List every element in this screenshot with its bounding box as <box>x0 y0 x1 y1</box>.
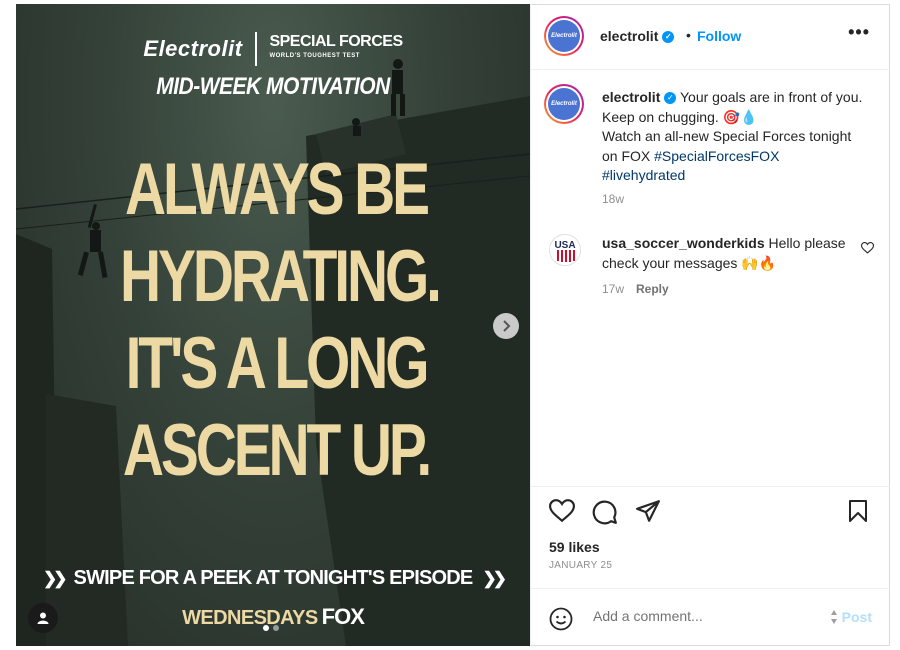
caption: electrolit ✓ Your goals are in front of y… <box>602 88 867 186</box>
comment-avatar[interactable]: USA <box>549 234 581 266</box>
comment: usa_soccer_wonderkids Hello please check… <box>602 234 858 273</box>
double-chevron-right-icon: ❯❯ <box>43 569 67 588</box>
post-date[interactable]: JANUARY 25 <box>549 560 612 571</box>
share-send-icon[interactable] <box>635 499 661 523</box>
follow-button[interactable]: Follow <box>697 28 741 44</box>
fox-logo: FOX <box>321 604 365 629</box>
usa-soccer-logo-icon: USA <box>550 235 580 265</box>
electrolit-logo: Electrolit <box>143 36 243 61</box>
svg-text:USA: USA <box>554 240 575 251</box>
resize-arrows-icon <box>831 610 837 624</box>
post-details-panel: Electrolit electrolit ✓ • Follow ••• Elec… <box>530 4 890 646</box>
headline-line: ALWAYS BE <box>124 149 430 230</box>
likes-count[interactable]: 59 likes <box>549 539 600 555</box>
carousel-indicator <box>263 625 279 631</box>
avatar-logo: Electrolit <box>548 88 580 120</box>
special-forces-logo: SPECIAL FORCES WORLD'S TOUGHEST TEST <box>269 33 403 60</box>
verified-badge-icon: ✓ <box>662 31 675 44</box>
headline-line: ASCENT UP. <box>122 410 432 491</box>
carousel-next-button[interactable] <box>493 313 519 339</box>
airtime-day: WEDNESDAYS <box>182 607 318 629</box>
double-chevron-right-icon: ❯❯ <box>482 569 506 588</box>
series-title: MID-WEEK MOTIVATION <box>156 73 390 100</box>
swipe-text: SWIPE FOR A PEEK AT TONIGHT'S EPISODE <box>73 567 474 589</box>
user-icon <box>37 612 49 624</box>
tagged-users-button[interactable] <box>28 603 58 633</box>
like-heart-icon[interactable] <box>549 499 575 523</box>
more-options-icon[interactable]: ••• <box>848 22 870 43</box>
hashtag-link[interactable]: #SpecialForcesFOX <box>654 148 779 164</box>
carousel-dot <box>263 625 269 631</box>
verified-badge-icon: ✓ <box>664 92 677 105</box>
emoji-icon[interactable] <box>549 607 573 631</box>
comment-input[interactable] <box>591 607 815 625</box>
header-username[interactable]: electrolit ✓ <box>600 28 675 44</box>
brand-divider <box>254 32 257 66</box>
separator-dot: • <box>686 27 691 43</box>
comment-time[interactable]: 17w <box>602 282 624 296</box>
headline-line: IT'S A LONG <box>125 323 430 404</box>
save-bookmark-icon[interactable] <box>847 499 869 523</box>
post-image[interactable]: Electrolit SPECIAL FORCES WORLD'S TOUGHE… <box>16 4 530 646</box>
avatar-logo: Electrolit <box>548 20 580 52</box>
add-comment-bar: Post <box>531 588 890 646</box>
comment-meta: 17w Reply <box>602 282 669 296</box>
like-comment-icon[interactable] <box>861 242 874 254</box>
avatar[interactable]: Electrolit <box>544 16 584 56</box>
reply-button[interactable]: Reply <box>636 282 669 296</box>
post-actions: 59 likes JANUARY 25 <box>531 486 890 587</box>
headline: ALWAYS BE HYDRATING. IT'S A LONG ASCENT … <box>120 146 442 494</box>
post-header: Electrolit electrolit ✓ • Follow ••• <box>531 4 890 70</box>
chevron-right-icon <box>503 320 511 332</box>
caption-username[interactable]: electrolit <box>602 89 660 105</box>
swipe-banner: ❯❯ SWIPE FOR A PEEK AT TONIGHT'S EPISODE ❯… <box>16 567 530 590</box>
caption-time[interactable]: 18w <box>602 192 624 206</box>
comment-icon[interactable] <box>592 499 618 525</box>
brand-lockup: Electrolit SPECIAL FORCES WORLD'S TOUGHE… <box>16 32 530 66</box>
headline-line: HYDRATING. <box>120 236 442 317</box>
hashtag-link[interactable]: #livehydrated <box>602 167 685 183</box>
post-comment-button[interactable]: Post <box>842 609 872 625</box>
carousel-dot <box>273 625 279 631</box>
comment-username[interactable]: usa_soccer_wonderkids <box>602 235 765 251</box>
caption-avatar[interactable]: Electrolit <box>544 84 584 124</box>
